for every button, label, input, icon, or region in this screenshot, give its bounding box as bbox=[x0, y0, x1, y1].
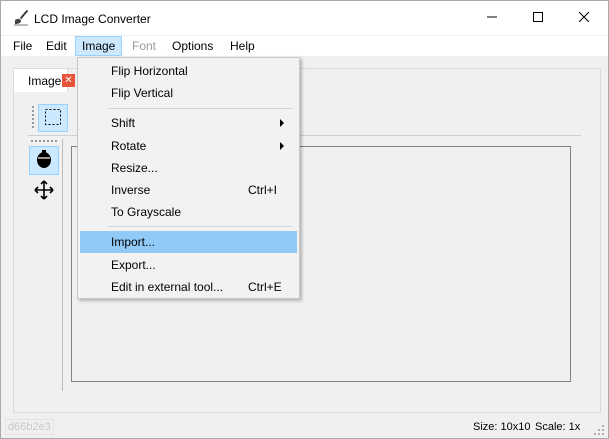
move-icon bbox=[34, 179, 54, 203]
status-id: d66b2e3 bbox=[5, 419, 54, 435]
fill-tool-icon bbox=[35, 149, 53, 172]
tool-panel-grip[interactable] bbox=[31, 140, 57, 142]
status-bar: d66b2e3 Size: 10x10 Scale: 1x bbox=[1, 417, 608, 438]
menu-options[interactable]: Options bbox=[166, 36, 219, 56]
menu-item-label: Flip Horizontal bbox=[111, 64, 188, 78]
resize-grip-icon[interactable] bbox=[593, 424, 605, 436]
menu-item-shift[interactable]: Shift bbox=[80, 112, 297, 134]
menu-item-shortcut: Ctrl+I bbox=[248, 183, 278, 197]
menu-item-flip-vertical[interactable]: Flip Vertical bbox=[80, 82, 297, 104]
menu-bar: File Edit Image Font Options Help bbox=[1, 36, 608, 56]
close-window-button[interactable] bbox=[561, 1, 607, 35]
menu-item-label: Resize... bbox=[111, 161, 158, 175]
tab-image[interactable]: Image bbox=[13, 68, 69, 92]
menu-item-import[interactable]: Import... bbox=[80, 231, 297, 253]
menu-item-edit-external[interactable]: Edit in external tool... Ctrl+E bbox=[80, 276, 297, 298]
minimize-button[interactable] bbox=[469, 1, 515, 35]
menu-edit[interactable]: Edit bbox=[40, 36, 73, 56]
toolbar-grip[interactable] bbox=[32, 106, 35, 128]
menu-image[interactable]: Image bbox=[75, 36, 123, 56]
status-size: Size: 10x10 bbox=[473, 421, 531, 433]
image-menu-dropdown: Flip Horizontal Flip Vertical Shift Rota… bbox=[77, 57, 300, 299]
menu-item-shortcut: Ctrl+E bbox=[248, 280, 282, 294]
menu-item-export[interactable]: Export... bbox=[80, 254, 297, 276]
title-bar[interactable]: LCD Image Converter bbox=[1, 1, 608, 35]
selection-rectangle-icon bbox=[44, 108, 62, 129]
status-scale: Scale: 1x bbox=[535, 421, 581, 433]
menu-item-resize[interactable]: Resize... bbox=[80, 157, 297, 179]
fill-tool-button[interactable] bbox=[29, 146, 59, 175]
menu-item-label: Flip Vertical bbox=[111, 86, 174, 100]
maximize-icon bbox=[533, 11, 543, 25]
menu-item-rotate[interactable]: Rotate bbox=[80, 135, 297, 157]
close-icon[interactable]: ✕ bbox=[62, 74, 75, 87]
app-window: LCD Image Converter File Edit Image Font… bbox=[0, 0, 609, 439]
select-tool-button[interactable] bbox=[38, 104, 68, 132]
menu-item-label: Inverse bbox=[111, 183, 151, 197]
menu-font[interactable]: Font bbox=[126, 36, 162, 56]
tab-label: Image bbox=[28, 74, 62, 88]
menu-item-label: Shift bbox=[111, 116, 136, 130]
menu-item-label: Import... bbox=[111, 235, 156, 249]
menu-item-to-grayscale[interactable]: To Grayscale bbox=[80, 201, 297, 223]
menu-separator bbox=[108, 108, 293, 109]
menu-file[interactable]: File bbox=[7, 36, 38, 56]
submenu-arrow-icon bbox=[280, 119, 284, 127]
move-tool-button[interactable] bbox=[31, 179, 57, 203]
menu-item-inverse[interactable]: Inverse Ctrl+I bbox=[80, 179, 297, 201]
menu-help[interactable]: Help bbox=[224, 36, 261, 56]
menu-item-label: Export... bbox=[111, 258, 156, 272]
maximize-button[interactable] bbox=[515, 1, 561, 35]
menu-item-label: Rotate bbox=[111, 139, 147, 153]
menu-item-flip-horizontal[interactable]: Flip Horizontal bbox=[80, 60, 297, 82]
window-title: LCD Image Converter bbox=[34, 12, 151, 26]
menu-item-label: To Grayscale bbox=[111, 205, 182, 219]
minimize-icon bbox=[487, 11, 497, 25]
submenu-arrow-icon bbox=[280, 142, 284, 150]
tool-panel bbox=[26, 139, 63, 391]
menu-item-label: Edit in external tool... bbox=[111, 280, 224, 294]
close-icon bbox=[578, 11, 590, 25]
brush-icon bbox=[13, 10, 29, 26]
menu-separator bbox=[108, 226, 293, 227]
